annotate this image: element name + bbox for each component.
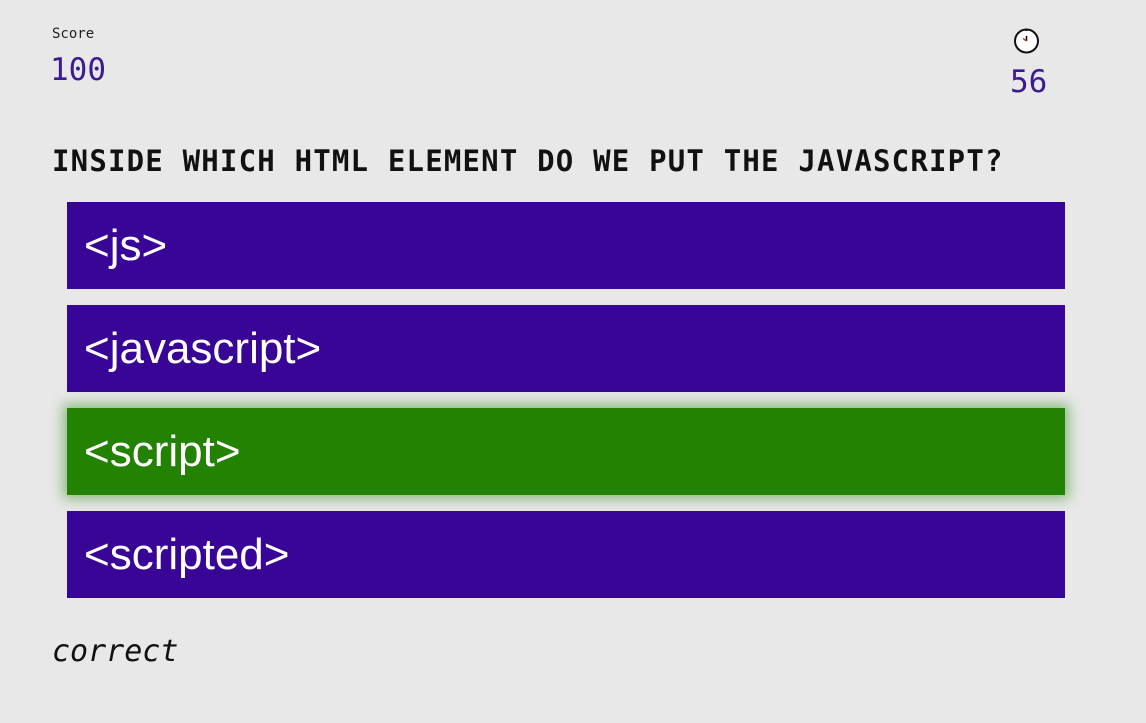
timer-value: 56: [1010, 64, 1048, 100]
score-value: 100: [50, 52, 106, 88]
feedback-text: correct: [52, 634, 179, 669]
answer-button[interactable]: <javascript>: [67, 305, 1065, 392]
answer-button[interactable]: <js>: [67, 202, 1065, 289]
score-label: Score: [52, 26, 95, 42]
answer-button[interactable]: <scripted>: [67, 511, 1065, 598]
answer-button-correct[interactable]: <script>: [67, 408, 1065, 495]
question-text: INSIDE WHICH HTML ELEMENT DO WE PUT THE …: [52, 144, 1004, 178]
stopwatch-icon: [1014, 28, 1039, 54]
answer-list: <js> <javascript> <script> <scripted>: [67, 202, 1065, 614]
